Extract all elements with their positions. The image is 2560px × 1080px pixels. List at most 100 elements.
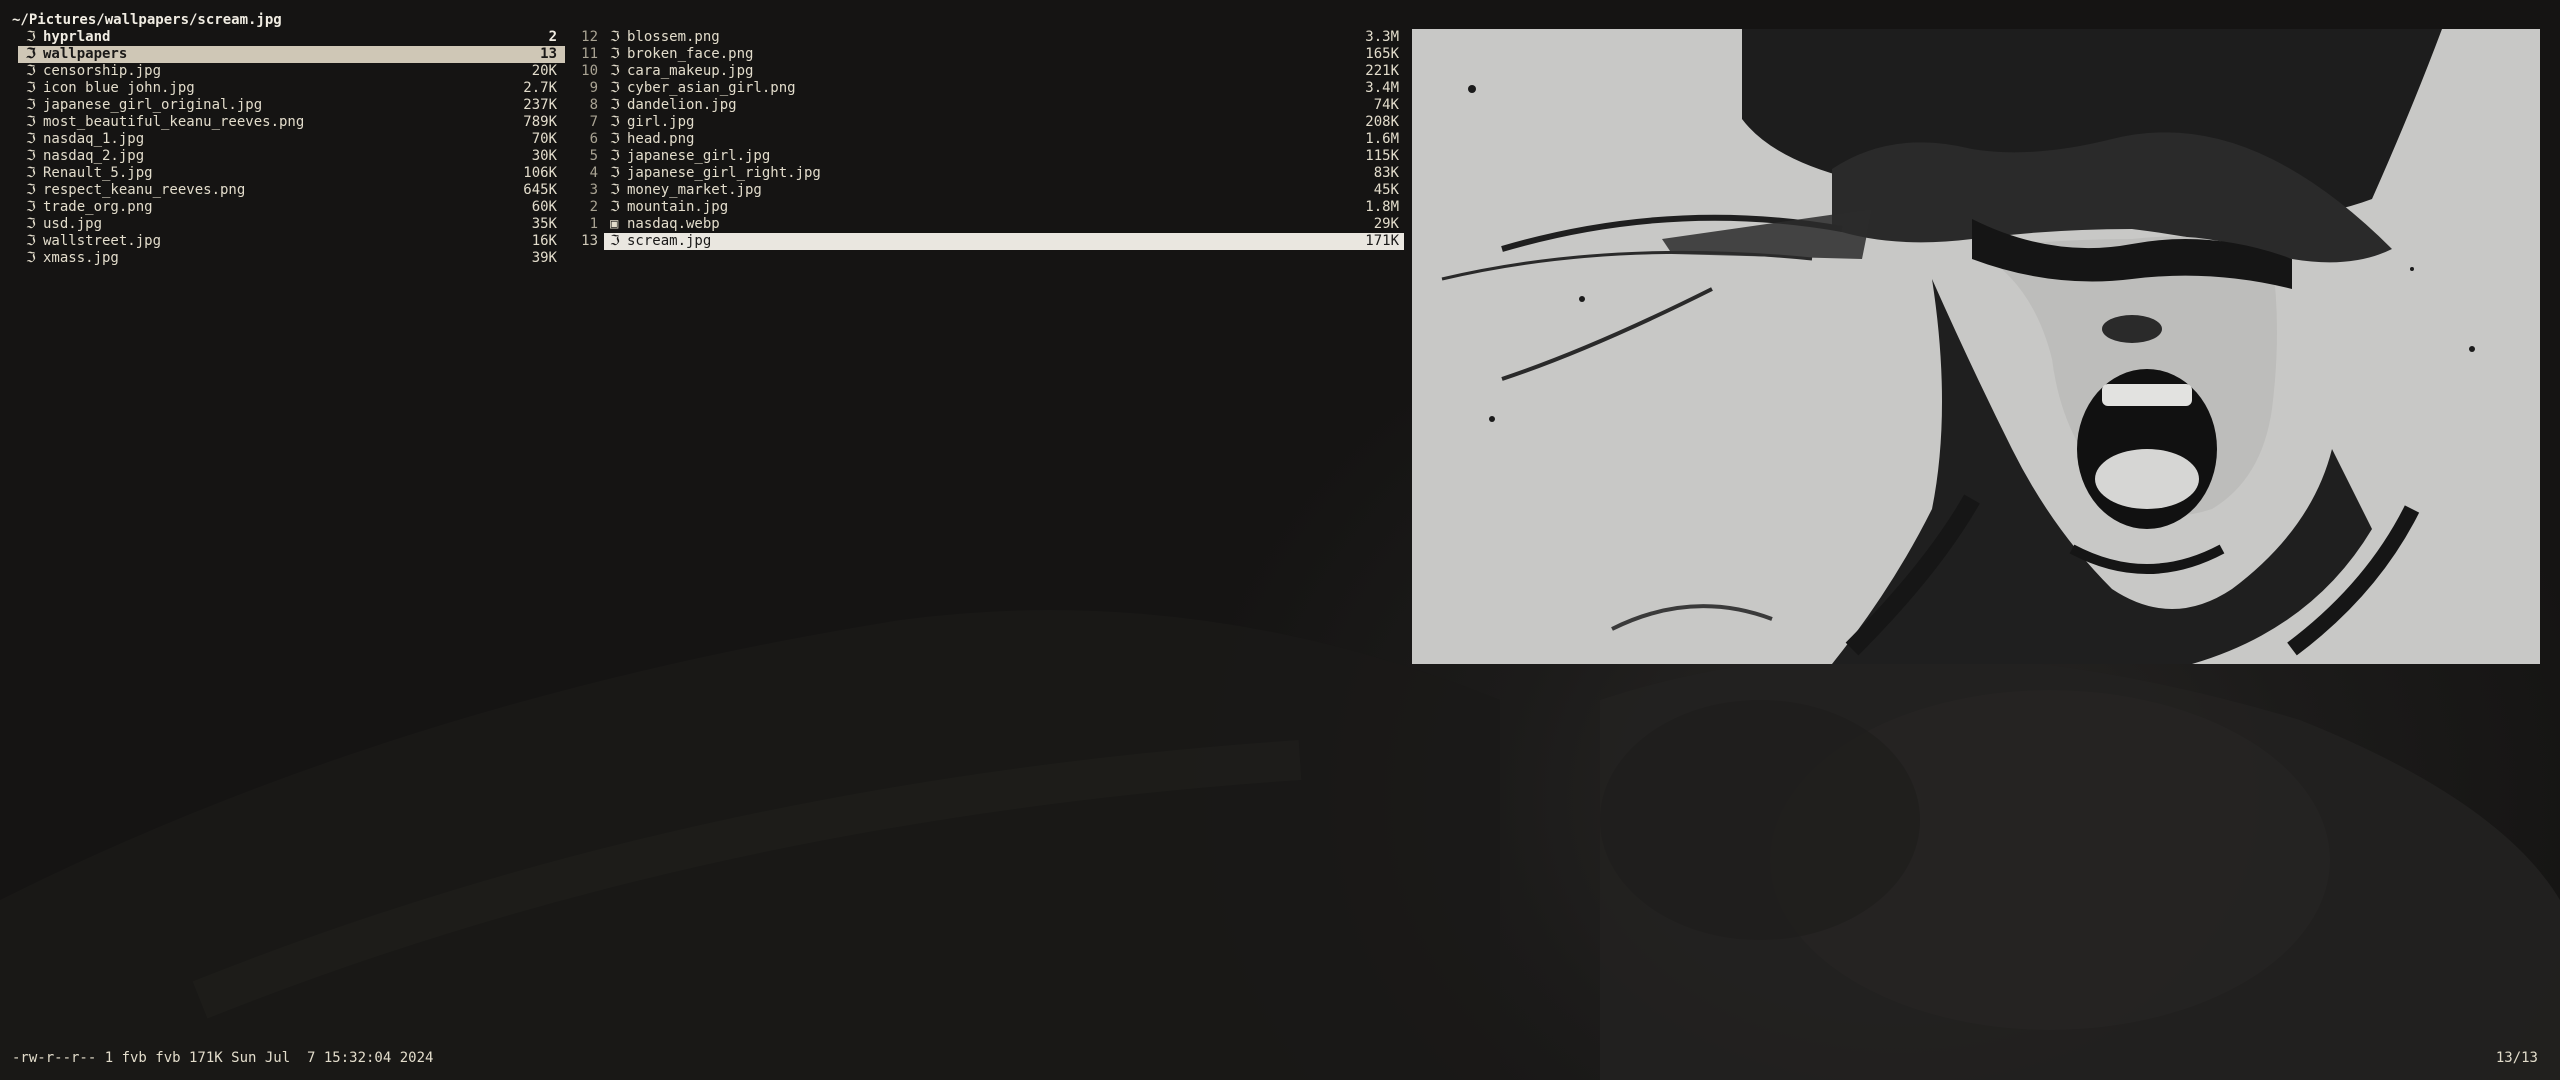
entry-name: head.png — [627, 131, 695, 147]
image-file-icon: ℑ — [26, 63, 36, 79]
file-info-status: -rw-r--r-- 1 fvb fvb 171K Sun Jul 7 15:3… — [12, 1050, 434, 1066]
file-entry[interactable]: ℑusd.jpg 35K — [18, 216, 565, 233]
scream-artwork — [1412, 29, 2540, 664]
selected-file-entry[interactable]: 13 ℑscream.jpg 171K — [564, 233, 1404, 250]
directory-entry[interactable]: ℑwallpapers 13 — [18, 46, 565, 63]
entry-size: 45K — [1373, 182, 1399, 198]
entry-name: censorship.jpg — [43, 63, 162, 79]
file-entry[interactable]: 1 ▣ nasdaq.webp 29K — [564, 216, 1404, 233]
image-preview — [1412, 29, 2540, 664]
line-number: 8 — [589, 97, 598, 113]
entry-size: 221K — [1365, 63, 1399, 79]
entry-name: trade_org.png — [43, 199, 153, 215]
image-file-icon: ℑ — [610, 80, 620, 96]
line-number: 13 — [581, 233, 598, 249]
file-entry[interactable]: ℑnasdaq_1.jpg 70K — [18, 131, 565, 148]
image-file-icon: ℑ — [26, 97, 36, 113]
entry-size: 789K — [523, 114, 557, 130]
line-number: 5 — [589, 148, 598, 164]
entry-name: mountain.jpg — [627, 199, 729, 215]
file-entry[interactable]: 5 ℑjapanese_girl.jpg 115K — [564, 148, 1404, 165]
entry-name: most_beautiful_keanu_reeves.png — [43, 114, 305, 130]
entry-name: usd.jpg — [43, 216, 103, 232]
current-directory-pane[interactable]: 12 ℑblossem.png 3.3M 11 ℑbroken_face.png 165K… — [564, 29, 1404, 250]
file-entry[interactable]: ℑnasdaq_2.jpg 30K — [18, 148, 565, 165]
file-entry[interactable]: 4 ℑjapanese_girl_right.jpg 83K — [564, 165, 1404, 182]
line-number: 3 — [589, 182, 598, 198]
file-entry[interactable]: ℑ Renault_5.jpg 106K — [18, 165, 565, 182]
cursor-highlight — [604, 233, 1404, 250]
file-entry[interactable]: 6 ℑhead.png 1.6M — [564, 131, 1404, 148]
entry-name: nasdaq.webp — [627, 216, 720, 232]
file-entry[interactable]: ℑrespect_keanu_reeves.png 645K — [18, 182, 565, 199]
entry-name: girl.jpg — [627, 114, 695, 130]
entry-name: japanese_girl.jpg — [627, 148, 771, 164]
file-entry[interactable]: ℑjapanese_girl_original.jpg 237K — [18, 97, 565, 114]
entry-size: 645K — [523, 182, 557, 198]
entry-size: 106K — [523, 165, 557, 181]
entry-name: xmass.jpg — [43, 250, 119, 266]
image-file-icon: ℑ — [610, 165, 620, 181]
file-entry[interactable]: 9 ℑcyber_asian_girl.png 3.4M — [564, 80, 1404, 97]
file-entry[interactable]: 11 ℑbroken_face.png 165K — [564, 46, 1404, 63]
webp-file-icon: ▣ — [610, 216, 619, 232]
image-file-icon: ℑ — [610, 97, 620, 113]
image-file-icon: ℑ — [26, 165, 36, 181]
image-file-icon: ℑ — [26, 80, 36, 96]
file-entry[interactable]: ℑxmass.jpg 39K — [18, 250, 565, 267]
image-file-icon: ℑ — [26, 114, 36, 130]
entry-size: 171K — [1365, 233, 1399, 249]
image-file-icon: ℑ — [26, 148, 36, 164]
entry-name: dandelion.jpg — [627, 97, 737, 113]
entry-size: 16K — [531, 233, 557, 249]
entry-size: 115K — [1365, 148, 1399, 164]
image-file-icon: ℑ — [26, 250, 36, 266]
file-entry[interactable]: 8 ℑdandelion.jpg 74K — [564, 97, 1404, 114]
folder-icon: ℑ — [26, 46, 36, 62]
entry-name: money_market.jpg — [627, 182, 762, 198]
directory-entry[interactable]: ℑhyprland 2 — [18, 29, 565, 46]
entry-size: 208K — [1365, 114, 1399, 130]
entry-size: 30K — [531, 148, 557, 164]
image-file-icon: ℑ — [610, 131, 620, 147]
line-number: 1 — [589, 216, 598, 232]
file-entry[interactable]: ℑicon blue john.jpg 2.7K — [18, 80, 565, 97]
file-entry[interactable]: ℑmost_beautiful_keanu_reeves.png 789K — [18, 114, 565, 131]
entry-name: blossem.png — [627, 29, 720, 45]
entry-name: wallpapers — [43, 46, 128, 62]
image-file-icon: ℑ — [610, 182, 620, 198]
file-entry[interactable]: 2 ℑmountain.jpg 1.8M — [564, 199, 1404, 216]
entry-size: 20K — [531, 63, 557, 79]
folder-icon: ℑ — [26, 29, 36, 45]
entry-size: 165K — [1365, 46, 1399, 62]
entry-size: 2 — [548, 29, 557, 45]
line-number: 4 — [589, 165, 598, 181]
image-file-icon: ℑ — [610, 46, 620, 62]
entry-name: scream.jpg — [627, 233, 712, 249]
image-file-icon: ℑ — [26, 216, 36, 232]
image-file-icon: ℑ — [610, 199, 620, 215]
line-number: 9 — [589, 80, 598, 96]
file-entry[interactable]: ℑwallstreet.jpg 16K — [18, 233, 565, 250]
entry-size: 70K — [531, 131, 557, 147]
line-number: 6 — [589, 131, 598, 147]
entry-name: nasdaq_1.jpg — [43, 131, 145, 147]
file-entry[interactable]: 3 ℑmoney_market.jpg 45K — [564, 182, 1404, 199]
image-file-icon: ℑ — [26, 233, 36, 249]
position-indicator: 13/13 — [2495, 1050, 2538, 1066]
entry-size: 13 — [540, 46, 557, 62]
line-number: 7 — [589, 114, 598, 130]
file-entry[interactable]: ℑtrade_org.png 60K — [18, 199, 565, 216]
entry-size: 1.8M — [1365, 199, 1399, 215]
file-entry[interactable]: 12 ℑblossem.png 3.3M — [564, 29, 1404, 46]
file-entry[interactable]: ℑcensorship.jpg 20K — [18, 63, 565, 80]
entry-name: japanese_girl_original.jpg — [43, 97, 263, 113]
image-file-icon: ℑ — [610, 148, 620, 164]
entry-size: 29K — [1373, 216, 1399, 232]
parent-directory-pane[interactable]: ℑhyprland 2 ℑwallpapers 13 ℑcensorship.jpg 20… — [18, 29, 565, 267]
line-number: 10 — [581, 63, 598, 79]
image-file-icon: ℑ — [610, 233, 620, 249]
entry-name: Renault_5.jpg — [43, 165, 153, 181]
file-entry[interactable]: 10 ℑcara_makeup.jpg 221K — [564, 63, 1404, 80]
file-entry[interactable]: 7 ℑgirl.jpg 208K — [564, 114, 1404, 131]
